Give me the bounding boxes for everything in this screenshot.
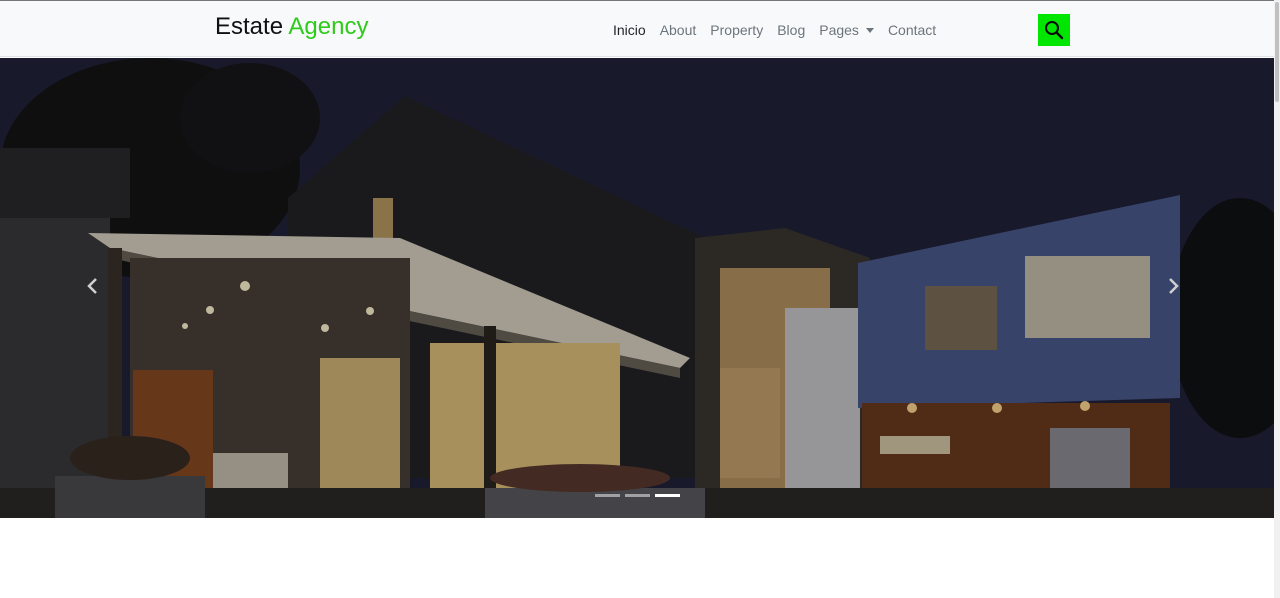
scrollbar-thumb[interactable] [1275,2,1279,102]
hero-carousel [0,58,1274,518]
brand-logo[interactable]: Estate Agency [215,12,368,42]
search-icon [1045,21,1064,40]
carousel-indicators [595,494,680,497]
caret-down-icon [865,27,874,33]
nav-item-contact[interactable]: Contact [888,20,936,40]
carousel-next-button[interactable] [1168,277,1188,301]
nav-item-inicio[interactable]: Inicio [613,20,646,40]
carousel-indicator[interactable] [595,494,620,497]
navbar: Estate Agency Inicio About Property Blog… [0,1,1274,57]
nav-item-pages[interactable]: Pages [819,20,874,40]
hero-overlay [0,58,1274,518]
carousel-indicator-active[interactable] [655,494,680,497]
search-button[interactable] [1038,14,1070,46]
brand-name: Estate [215,13,284,40]
carousel-prev-button[interactable] [86,277,106,301]
carousel-indicator[interactable] [625,494,650,497]
chevron-left-icon [87,278,97,294]
chevron-right-icon [1169,278,1179,294]
brand-accent: Agency [288,13,369,40]
nav-item-about[interactable]: About [660,20,697,40]
nav-item-pages-label: Pages [819,22,859,38]
nav-item-property[interactable]: Property [710,20,763,40]
nav-item-blog[interactable]: Blog [777,20,805,40]
page-scrollbar[interactable] [1274,0,1280,598]
main-nav: Inicio About Property Blog Pages Contact [613,20,950,40]
